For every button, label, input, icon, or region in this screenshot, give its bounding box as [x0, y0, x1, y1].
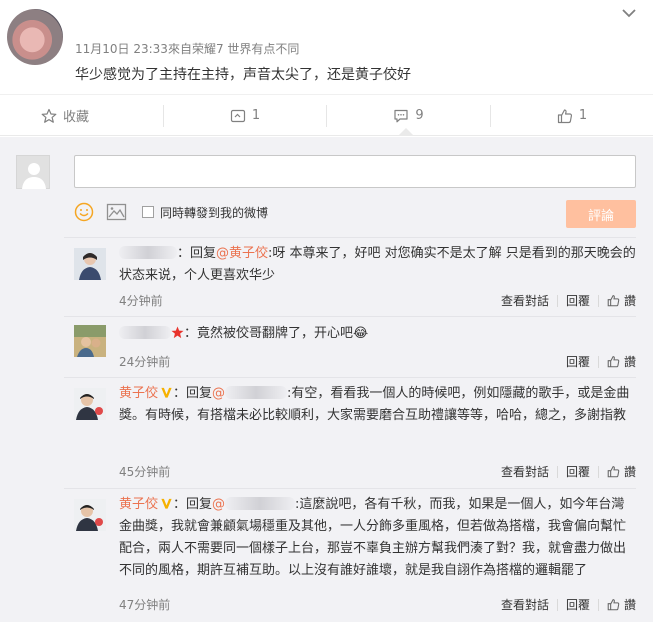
comment-footer: 24分钟前 回覆 讚 [119, 353, 636, 370]
comment-footer: 4分钟前 查看對話 回覆 讚 [119, 292, 636, 309]
commenter-avatar[interactable] [74, 499, 106, 531]
comment-like-button[interactable]: 讚 [607, 292, 636, 309]
comment-input[interactable] [74, 155, 636, 188]
reply-link[interactable]: 回覆 [566, 463, 590, 480]
post-date[interactable]: 11月10日 23:33 [75, 42, 168, 56]
divider [597, 355, 599, 368]
post-action-bar: 收藏 1 9 1 [0, 94, 653, 136]
comment-item: 黄子佼 ：回复@:有空，看看我一個人的時候吧，例如隱藏的歌手，或是金曲獎。有時候，… [64, 377, 636, 487]
comment-time: 45分钟前 [119, 465, 171, 479]
comment-like-button[interactable]: 讚 [607, 596, 636, 613]
verified-v-icon [161, 387, 172, 398]
post-text: 华少感觉为了主持在主持，声音太尖了，还是黄子佼好 [75, 67, 411, 83]
commenter-avatar[interactable] [74, 388, 106, 420]
red-star-icon [171, 326, 184, 339]
reply-link[interactable]: 回覆 [566, 353, 590, 370]
comments-panel: 同時轉發到我的微博 評論 ：回复@黄子佼:呀 本尊来了，好吧 对您确实不是太了解… [0, 137, 653, 622]
divider [597, 465, 599, 478]
post-meta: 11月10日 23:33來自荣耀7 世界有点不同 [75, 40, 299, 57]
comment-like-button[interactable]: 讚 [607, 463, 636, 480]
comment-icon [394, 109, 408, 122]
reply-link[interactable]: 回覆 [566, 292, 590, 309]
comment-time: 24分钟前 [119, 355, 171, 369]
comment-time: 47分钟前 [119, 598, 171, 612]
laughing-emoji: 😂 [353, 326, 369, 341]
chevron-down-icon[interactable] [620, 6, 638, 20]
post-source[interactable]: 荣耀7 世界有点不同 [192, 42, 299, 56]
thumbs-up-icon [557, 108, 572, 123]
image-icon[interactable] [106, 202, 128, 222]
commenter-name[interactable]: 黄子佼 [119, 497, 158, 512]
default-avatar-icon [22, 163, 46, 189]
comment-item: 黄子佼 ：回复@:這麼說吧，各有千秋，而我，如果是一個人，如今年台灣金曲獎，我就會… [64, 488, 636, 622]
favorite-label: 收藏 [62, 110, 89, 125]
reply-prefix: ：回复 [177, 246, 217, 261]
avatar-photo [74, 325, 106, 357]
like-count: 1 [578, 108, 588, 123]
comment-like-button[interactable]: 讚 [607, 353, 636, 370]
submit-comment-button[interactable]: 評論 [566, 200, 636, 228]
verified-v-icon [161, 498, 172, 509]
smiley-icon[interactable] [74, 202, 94, 222]
comment-content: ：竟然被佼哥翻牌了，开心吧 [184, 326, 354, 341]
star-outline-icon [41, 108, 57, 123]
avatar-photo [74, 388, 106, 420]
weibo-post: 11月10日 23:33來自荣耀7 世界有点不同 华少感觉为了主持在主持，声音太… [0, 0, 653, 94]
comment-text: 黄子佼 ：回复@:這麼說吧，各有千秋，而我，如果是一個人，如今年台灣金曲獎，我就會… [119, 494, 636, 582]
comment-count: 9 [415, 108, 424, 123]
thumbs-up-icon [607, 466, 620, 478]
post-from: 來自 [167, 42, 192, 56]
reply-link[interactable]: 回覆 [566, 596, 590, 613]
comment-like-label: 讚 [623, 294, 636, 308]
comment-item: ：回复@黄子佼:呀 本尊来了，好吧 对您确实不是太了解 只是看到的那天晚会的状态… [64, 237, 636, 315]
also-repost-label: 同時轉發到我的微博 [160, 205, 269, 220]
repost-count: 1 [251, 108, 261, 123]
repost-icon [230, 109, 245, 122]
comment-time: 4分钟前 [119, 294, 163, 308]
avatar-photo [74, 248, 106, 280]
mention-link[interactable]: @ [212, 386, 225, 401]
comment-text: 黄子佼 ：回复@:有空，看看我一個人的時候吧，例如隱藏的歌手，或是金曲獎。有時候，… [119, 383, 636, 427]
commenter-avatar[interactable] [74, 325, 106, 357]
also-repost-checkbox[interactable] [142, 206, 154, 218]
active-tab-pointer [398, 128, 414, 136]
blurred-username [225, 497, 296, 510]
divider [556, 465, 558, 478]
thumbs-up-icon [607, 599, 620, 611]
thumbs-up-icon [607, 356, 620, 368]
view-thread-link[interactable]: 查看對話 [501, 292, 549, 309]
comment-item: ：竟然被佼哥翻牌了，开心吧😂 24分钟前 回覆 讚 [64, 316, 636, 376]
commenter-avatar[interactable] [74, 248, 106, 280]
comment-text: ：竟然被佼哥翻牌了，开心吧😂 [119, 323, 636, 345]
blurred-username [119, 246, 177, 259]
repost-button[interactable]: 1 [164, 95, 326, 136]
like-button[interactable]: 1 [491, 95, 653, 136]
avatar-photo [74, 499, 106, 531]
view-thread-link[interactable]: 查看對話 [501, 596, 549, 613]
blurred-username [225, 386, 288, 399]
commenter-name[interactable]: 黄子佼 [119, 386, 158, 401]
composer-tools: 同時轉發到我的微博 [74, 201, 268, 223]
comment-text: ：回复@黄子佼:呀 本尊来了，好吧 对您确实不是太了解 只是看到的那天晚会的状态… [119, 243, 636, 287]
thumbs-up-icon [607, 295, 620, 307]
favorite-button[interactable]: 收藏 [0, 95, 130, 136]
comment-footer: 45分钟前 查看對話 回覆 讚 [119, 463, 636, 480]
mention-link[interactable]: @ [212, 497, 225, 512]
comment-like-label: 讚 [623, 465, 636, 479]
divider [556, 598, 558, 611]
comment-like-label: 讚 [623, 598, 636, 612]
comment-like-label: 讚 [623, 355, 636, 369]
reply-prefix: ：回复 [173, 386, 213, 401]
mention-link[interactable]: @黄子佼 [216, 246, 268, 261]
comment-footer: 47分钟前 查看對話 回覆 讚 [119, 596, 636, 613]
divider [597, 294, 599, 307]
view-thread-link[interactable]: 查看對話 [501, 463, 549, 480]
blurred-username [119, 326, 171, 339]
current-user-avatar [16, 155, 50, 189]
author-avatar[interactable] [7, 9, 63, 65]
divider [597, 598, 599, 611]
divider [556, 294, 558, 307]
reply-prefix: ：回复 [173, 497, 213, 512]
